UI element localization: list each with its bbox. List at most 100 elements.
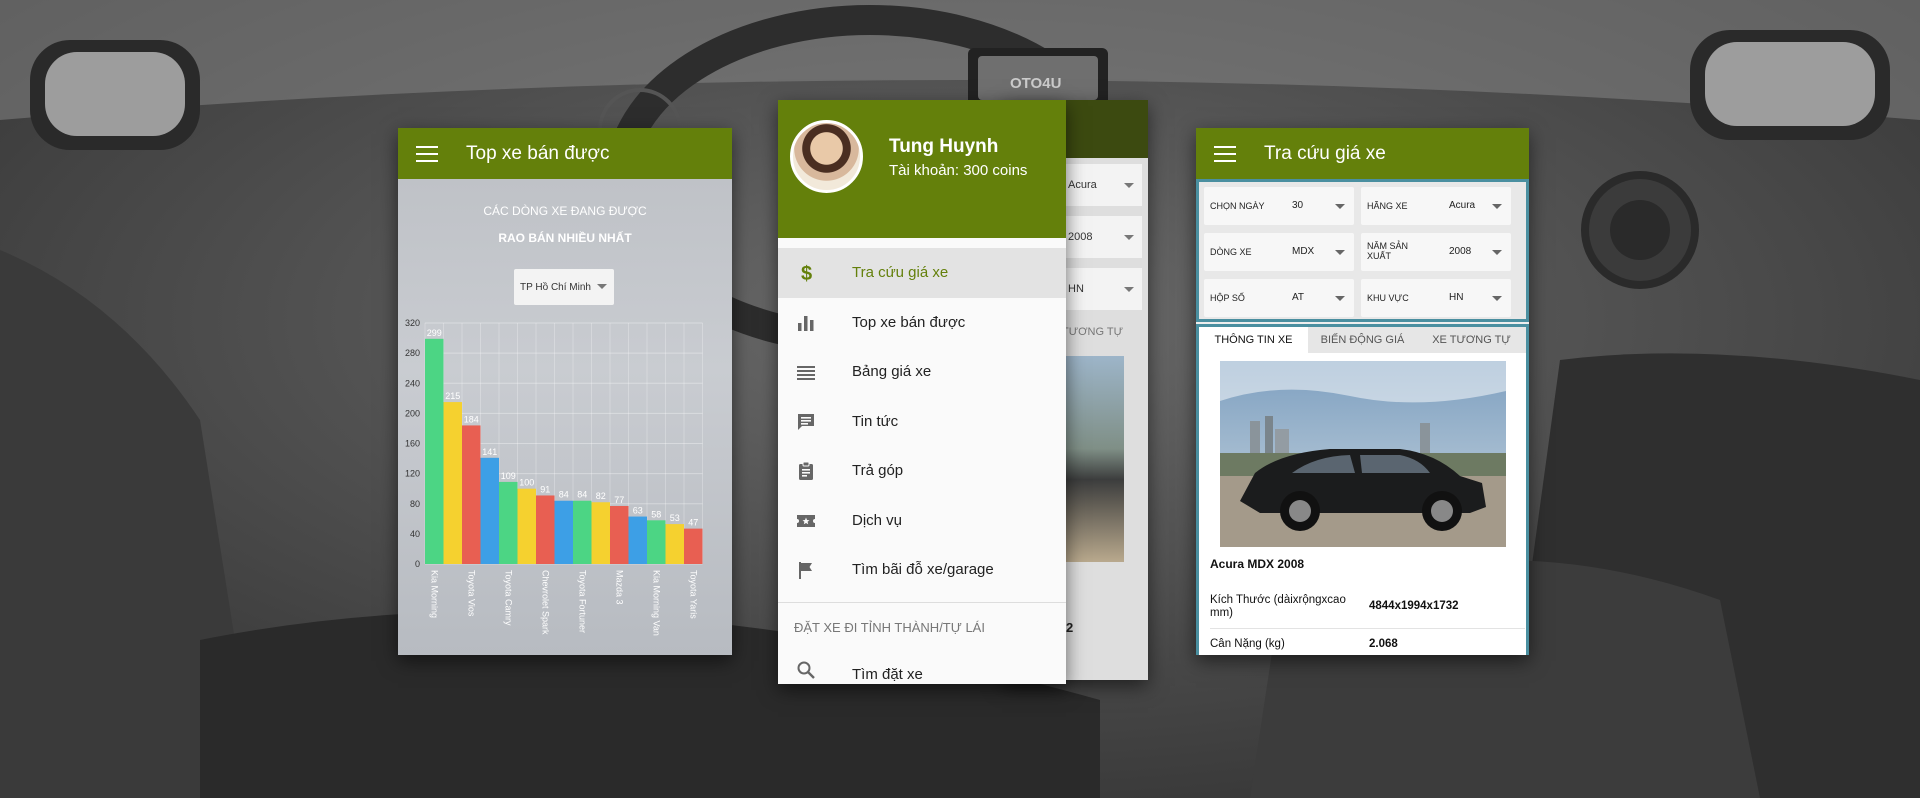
bar-value-label: 100 (519, 478, 534, 488)
x-tick-label: Chevrolet Spark (540, 570, 550, 635)
drawer-item-news[interactable]: Tin tức (778, 397, 1066, 447)
drawer-item-find-booking[interactable]: Tìm đặt xe (778, 654, 1066, 684)
price-lookup-screen: Tra cứu giá xe CHỌN NGÀY 30 HÃNG XE Acur… (1196, 128, 1529, 655)
drawer-item-services[interactable]: Dịch vụ (778, 496, 1066, 546)
drawer-item-installment[interactable]: Trả góp (778, 446, 1066, 496)
tab-bar: THÔNG TIN XE BIẾN ĐỘNG GIÁ XE TƯƠNG TỰ (1199, 327, 1526, 353)
drawer-item-price-table[interactable]: Bảng giá xe (778, 347, 1066, 397)
message-icon (796, 412, 816, 432)
ghost-tab: TƯƠNG TỰ (1062, 326, 1124, 338)
bar-value-label: 109 (501, 471, 516, 481)
drawer-menu: $ Tra cứu giá xe Top xe bán được Bảng gi… (778, 248, 1066, 595)
drawer-item-parking[interactable]: Tìm bãi đỗ xe/garage (778, 545, 1066, 595)
dropdown-arrow-icon (1492, 250, 1502, 255)
avatar[interactable] (790, 120, 863, 193)
y-tick-label: 240 (405, 378, 420, 388)
bar-value-label: 84 (559, 490, 569, 500)
menu-icon[interactable] (1214, 145, 1236, 162)
ghost-select-brand: Acura (1062, 164, 1142, 206)
chart-bar (536, 495, 555, 564)
bar-value-label: 299 (427, 328, 442, 338)
y-tick-label: 160 (405, 439, 420, 449)
chart-bar (610, 506, 629, 564)
x-tick-label: Kia Morning Van (651, 570, 661, 636)
tab-price-trend[interactable]: BIẾN ĐỘNG GIÁ (1308, 327, 1417, 353)
city-select-value: TP Hồ Chí Minh (520, 281, 591, 293)
y-tick-label: 280 (405, 348, 420, 358)
chart-bar (443, 402, 462, 564)
drawer-item-price-lookup[interactable]: $ Tra cứu giá xe (778, 248, 1066, 298)
filter-region[interactable]: KHU VỰC HN (1361, 279, 1511, 317)
filter-year[interactable]: NĂM SẢN XUẤT 2008 (1361, 233, 1511, 271)
filter-brand[interactable]: HÃNG XE Acura (1361, 187, 1511, 225)
chart-bar (499, 481, 518, 564)
ghost-value: 2 (1066, 620, 1074, 635)
city-select[interactable]: TP Hồ Chí Minh (514, 269, 614, 305)
chart-bar (591, 502, 610, 564)
bar-value-label: 63 (633, 506, 643, 516)
app-bar: Top xe bán được (398, 128, 732, 179)
bar-value-label: 215 (445, 391, 460, 401)
list-icon (796, 362, 816, 382)
bar-chart-icon (796, 313, 816, 333)
bar-value-label: 53 (670, 513, 680, 523)
chart-bar (480, 457, 499, 564)
drawer-divider (778, 602, 1066, 603)
chart-heading-line1: CÁC DÒNG XE ĐANG ĐƯỢC (483, 204, 647, 218)
ticket-icon (796, 511, 816, 531)
navigation-drawer: Tung Huynh Tài khoản: 300 coins $ Tra cứ… (778, 100, 1066, 684)
bar-value-label: 184 (464, 414, 479, 424)
chart-bar (425, 338, 444, 564)
screen-title: Top xe bán được (466, 142, 610, 164)
tab-similar-cars[interactable]: XE TƯƠNG TỰ (1417, 327, 1526, 353)
dropdown-arrow-icon (1492, 296, 1502, 301)
chart-panel: CÁC DÒNG XE ĐANG ĐƯỢC RAO BÁN NHIỀU NHẤT… (398, 179, 732, 655)
user-name: Tung Huynh (889, 136, 999, 157)
filter-gearbox[interactable]: HỘP SỐ AT (1204, 279, 1354, 317)
chart-bar (684, 528, 703, 564)
dropdown-arrow-icon (597, 284, 607, 289)
ghost-select-year: 2008 (1062, 216, 1142, 258)
drawer-section-header: ĐẶT XE ĐI TỈNH THÀNH/TỰ LÁI (794, 620, 985, 635)
chart-bar (462, 425, 481, 564)
x-tick-label: Toyota Camry (503, 570, 513, 626)
svg-text:$: $ (801, 263, 812, 283)
filter-date[interactable]: CHỌN NGÀY 30 (1204, 187, 1354, 225)
app-bar: Tra cứu giá xe (1196, 128, 1529, 179)
y-tick-label: 80 (410, 499, 420, 509)
x-tick-label: Kia Morning (429, 570, 439, 618)
bar-value-label: 47 (688, 518, 698, 528)
filter-panel: CHỌN NGÀY 30 HÃNG XE Acura DÒNG XE MDX N… (1196, 179, 1529, 322)
chart-bar (665, 524, 684, 564)
ghost-car-image (1062, 356, 1124, 562)
user-coins: Tài khoản: 300 coins (889, 162, 1028, 179)
y-tick-label: 40 (410, 529, 420, 539)
y-tick-label: 0 (415, 559, 420, 569)
tab-car-info[interactable]: THÔNG TIN XE (1199, 327, 1308, 353)
top-cars-screen: Top xe bán được CÁC DÒNG XE ĐANG ĐƯỢC RA… (398, 128, 732, 655)
dollar-icon: $ (796, 263, 816, 283)
chart-heading-line2: RAO BÁN NHIỀU NHẤT (498, 231, 632, 245)
drawer-header: Tung Huynh Tài khoản: 300 coins (778, 100, 1066, 238)
bar-value-label: 82 (596, 491, 606, 501)
screen-title: Tra cứu giá xe (1264, 142, 1386, 164)
dropdown-arrow-icon (1335, 204, 1345, 209)
filter-model[interactable]: DÒNG XE MDX (1204, 233, 1354, 271)
dropdown-arrow-icon (1335, 250, 1345, 255)
y-tick-label: 120 (405, 469, 420, 479)
car-photo (1220, 361, 1506, 547)
dashboard-logo: OTO4U (1010, 75, 1061, 92)
clipboard-icon (796, 461, 816, 481)
bar-value-label: 58 (651, 509, 661, 519)
x-tick-label: Toyota Fortuner (577, 570, 587, 633)
dropdown-arrow-icon (1335, 296, 1345, 301)
bar-chart: 0 40 80 120 160 200 240 280 320 299 Kia Morning 215… (405, 319, 703, 636)
y-tick-label: 320 (405, 319, 420, 328)
chart-bar (517, 488, 536, 564)
x-tick-label: Toyota Yaris (688, 570, 698, 619)
x-tick-label: Mazda 3 (614, 570, 624, 605)
drawer-item-top-cars[interactable]: Top xe bán được (778, 298, 1066, 348)
x-tick-label: Toyota Vios (466, 570, 476, 617)
search-icon (796, 660, 816, 680)
menu-icon[interactable] (416, 145, 438, 162)
